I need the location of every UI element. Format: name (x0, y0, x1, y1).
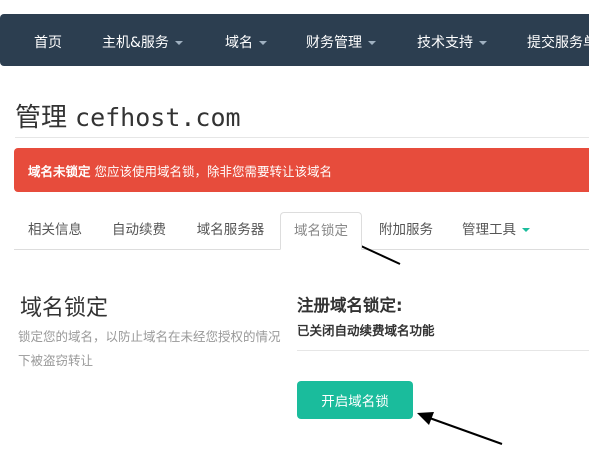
section-description: 锁定您的域名，以防止域名在未经您授权的情况下被盗窃转让 (18, 329, 281, 368)
divider (15, 137, 589, 138)
nav-item-billing[interactable]: 财务管理 (306, 32, 376, 52)
registrar-lock-status: 已关闭自动续费域名功能 (297, 323, 435, 338)
tab-label: 管理工具 (462, 222, 516, 238)
alert-strong-text: 域名未锁定 (28, 163, 91, 179)
tab-autorenew[interactable]: 自动续费 (97, 212, 181, 249)
domain-unlocked-alert: 域名未锁定 您应该使用域名锁，除非您需要转让该域名 (14, 148, 589, 192)
nav-item-label: 提交服务单 (527, 35, 589, 51)
tab-label: 域名服务器 (196, 222, 265, 238)
chevron-down-icon (368, 41, 376, 45)
page-title-prefix: 管理 (15, 103, 68, 133)
chevron-down-icon (259, 41, 267, 45)
tab-registrar-lock[interactable]: 域名锁定 (280, 212, 362, 250)
domain-tabs: 相关信息 自动续费 域名服务器 域名锁定 附加服务 管理工具 (14, 212, 589, 252)
section-title: 域名锁定 (20, 296, 109, 321)
divider (297, 350, 589, 351)
alert-text: 您应该使用域名锁，除非您需要转让该域名 (94, 163, 333, 179)
nav-item-submit-ticket[interactable]: 提交服务单 (527, 32, 589, 52)
arrow-icon (417, 412, 503, 445)
tab-management-tools[interactable]: 管理工具 (454, 212, 538, 249)
page-title-domain: cefhost.com (75, 103, 241, 132)
nav-item-label: 域名 (225, 35, 253, 51)
chevron-down-icon (174, 41, 183, 45)
page-title: 管理 cefhost.com (15, 97, 241, 134)
top-navbar: 首页 主机&服务 域名 财务管理 技术支持 提交服务单 (0, 14, 589, 66)
chevron-down-icon (479, 41, 487, 45)
tab-label: 附加服务 (379, 222, 433, 238)
nav-item-home[interactable]: 首页 (34, 32, 62, 52)
tab-overview[interactable]: 相关信息 (14, 212, 96, 249)
tab-label: 相关信息 (28, 222, 82, 238)
nav-item-label: 首页 (34, 35, 62, 51)
nav-item-label: 财务管理 (306, 35, 362, 51)
enable-domain-lock-button[interactable]: 开启域名锁 (297, 381, 413, 419)
nav-item-hosting[interactable]: 主机&服务 (102, 32, 183, 52)
tab-label: 域名锁定 (294, 223, 348, 239)
tab-label: 自动续费 (112, 222, 166, 238)
tab-addons[interactable]: 附加服务 (365, 212, 447, 249)
nav-item-domains[interactable]: 域名 (225, 32, 267, 52)
registrar-lock-title: 注册域名锁定: (297, 296, 403, 315)
chevron-down-icon (522, 228, 530, 232)
nav-item-label: 主机&服务 (102, 35, 169, 51)
nav-item-support[interactable]: 技术支持 (417, 32, 487, 52)
nav-item-label: 技术支持 (417, 35, 473, 51)
tab-nameservers[interactable]: 域名服务器 (181, 212, 280, 249)
